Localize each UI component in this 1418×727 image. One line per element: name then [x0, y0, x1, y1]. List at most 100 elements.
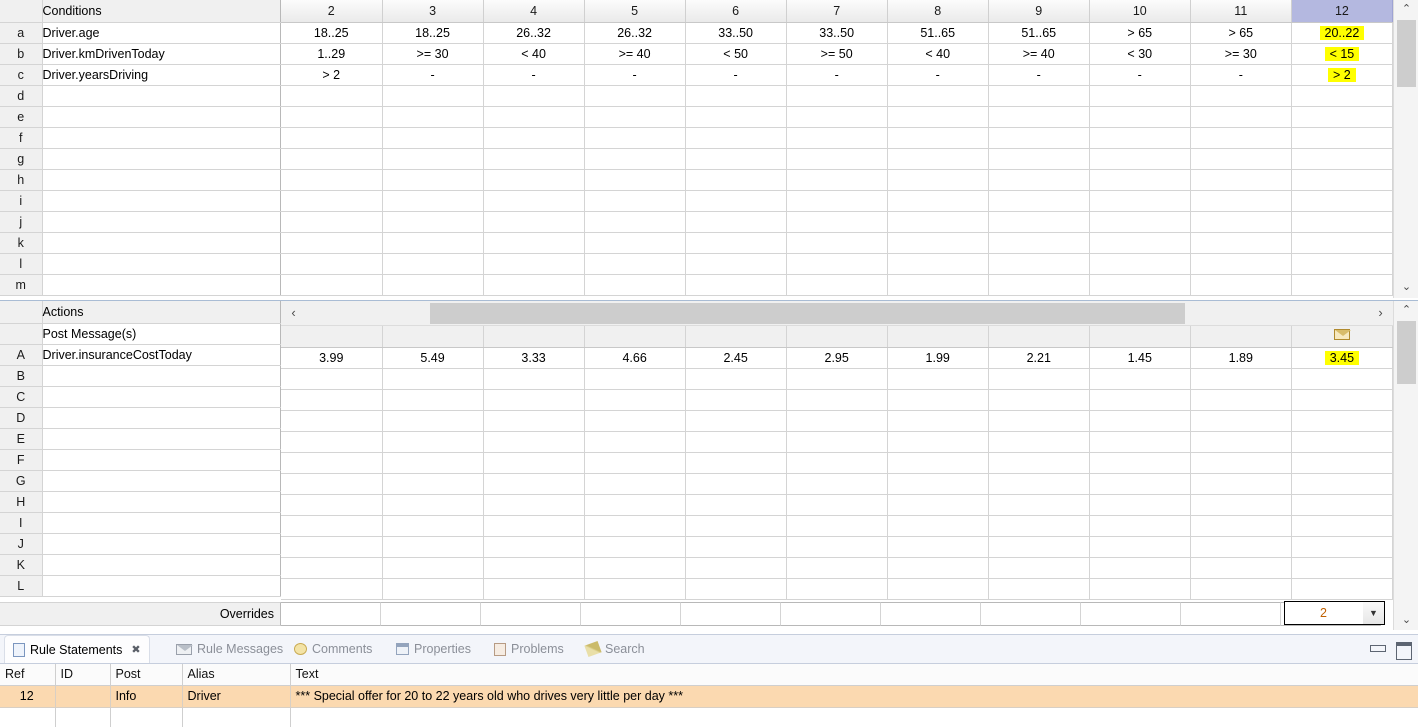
action-cell-K-2[interactable] — [281, 557, 383, 579]
chevron-down-icon[interactable]: ▼ — [1363, 602, 1384, 624]
condition-cell-d-12[interactable] — [1291, 85, 1393, 107]
action-cell-I-6[interactable] — [685, 515, 787, 537]
condition-cell-g-8[interactable] — [887, 148, 989, 170]
condition-cell-l-7[interactable] — [786, 253, 888, 275]
overrides-cell-9[interactable] — [981, 602, 1081, 626]
action-name-D[interactable] — [42, 407, 281, 429]
condition-cell-h-12[interactable] — [1291, 169, 1393, 191]
action-cell-G-10[interactable] — [1089, 473, 1191, 495]
condition-cell-c-12[interactable]: > 2 — [1291, 64, 1393, 86]
action-cell-K-12[interactable] — [1291, 557, 1393, 579]
condition-cell-j-6[interactable] — [685, 211, 787, 233]
post-message-cell-5[interactable] — [584, 326, 686, 348]
action-cell-H-5[interactable] — [584, 494, 686, 516]
condition-cell-f-7[interactable] — [786, 127, 888, 149]
condition-cell-e-12[interactable] — [1291, 106, 1393, 128]
column-header-11[interactable]: 11 — [1190, 0, 1292, 23]
action-cell-K-4[interactable] — [483, 557, 585, 579]
action-cell-B-7[interactable] — [786, 368, 888, 390]
action-cell-G-3[interactable] — [382, 473, 484, 495]
condition-cell-m-6[interactable] — [685, 274, 787, 296]
action-cell-G-5[interactable] — [584, 473, 686, 495]
condition-cell-m-8[interactable] — [887, 274, 989, 296]
condition-cell-c-7[interactable]: - — [786, 64, 888, 86]
table-row[interactable]: k — [0, 232, 281, 254]
condition-cell-g-3[interactable] — [382, 148, 484, 170]
table-row[interactable]: G — [0, 470, 281, 492]
condition-cell-g-11[interactable] — [1190, 148, 1292, 170]
scroll-up-arrow-actions[interactable]: ⌃ — [1394, 301, 1418, 319]
column-header-id[interactable]: ID — [55, 664, 111, 686]
maximize-view-button[interactable] — [1396, 642, 1412, 660]
row-ref-K[interactable]: K — [0, 554, 43, 576]
condition-cell-h-11[interactable] — [1190, 169, 1292, 191]
conditions-vertical-scrollbar[interactable]: ⌃ ⌄ — [1393, 0, 1418, 298]
overrides-cell-11[interactable] — [1181, 602, 1281, 626]
row-ref-b[interactable]: b — [0, 43, 43, 65]
table-row[interactable]: g — [0, 148, 281, 170]
action-cell-H-3[interactable] — [382, 494, 484, 516]
action-cell-J-3[interactable] — [382, 536, 484, 558]
condition-cell-i-12[interactable] — [1291, 190, 1393, 212]
action-cell-F-9[interactable] — [988, 452, 1090, 474]
action-cell-H-8[interactable] — [887, 494, 989, 516]
action-cell-C-4[interactable] — [483, 389, 585, 411]
row-ref-B[interactable]: B — [0, 365, 43, 387]
condition-cell-m-7[interactable] — [786, 274, 888, 296]
condition-cell-b-8[interactable]: < 40 — [887, 43, 989, 65]
column-header-2[interactable]: 2 — [281, 0, 383, 23]
condition-cell-f-12[interactable] — [1291, 127, 1393, 149]
condition-cell-j-12[interactable] — [1291, 211, 1393, 233]
column-header-12[interactable]: 12 — [1291, 0, 1393, 23]
action-cell-L-10[interactable] — [1089, 578, 1191, 600]
column-header-alias[interactable]: Alias — [182, 664, 291, 686]
condition-cell-l-11[interactable] — [1190, 253, 1292, 275]
tab-rule-statements[interactable]: Rule Statements ✖ — [4, 635, 150, 663]
condition-cell-f-10[interactable] — [1089, 127, 1191, 149]
condition-cell-a-12[interactable]: 20..22 — [1291, 22, 1393, 44]
condition-cell-l-10[interactable] — [1089, 253, 1191, 275]
action-cell-D-5[interactable] — [584, 410, 686, 432]
condition-cell-k-4[interactable] — [483, 232, 585, 254]
condition-cell-c-10[interactable]: - — [1089, 64, 1191, 86]
action-cell-K-7[interactable] — [786, 557, 888, 579]
actions-vertical-scrollbar[interactable]: ⌃ ⌄ — [1393, 301, 1418, 630]
condition-cell-i-5[interactable] — [584, 190, 686, 212]
condition-cell-g-6[interactable] — [685, 148, 787, 170]
action-cell-F-6[interactable] — [685, 452, 787, 474]
condition-name-m[interactable] — [42, 274, 281, 296]
action-cell-H-10[interactable] — [1089, 494, 1191, 516]
condition-name-l[interactable] — [42, 253, 281, 275]
action-cell-G-12[interactable] — [1291, 473, 1393, 495]
action-name-C[interactable] — [42, 386, 281, 408]
action-cell-D-9[interactable] — [988, 410, 1090, 432]
condition-cell-l-12[interactable] — [1291, 253, 1393, 275]
condition-cell-e-4[interactable] — [483, 106, 585, 128]
action-cell-J-2[interactable] — [281, 536, 383, 558]
action-cell-D-3[interactable] — [382, 410, 484, 432]
table-row[interactable]: h — [0, 169, 281, 191]
envelope-icon[interactable] — [1333, 329, 1351, 341]
condition-cell-k-2[interactable] — [281, 232, 383, 254]
action-cell-K-3[interactable] — [382, 557, 484, 579]
action-cell-K-11[interactable] — [1190, 557, 1292, 579]
condition-cell-m-4[interactable] — [483, 274, 585, 296]
row-ref-e[interactable]: e — [0, 106, 43, 128]
condition-cell-d-7[interactable] — [786, 85, 888, 107]
condition-cell-m-9[interactable] — [988, 274, 1090, 296]
condition-cell-l-2[interactable] — [281, 253, 383, 275]
post-message-cell-4[interactable] — [483, 326, 585, 348]
action-cell-A-10[interactable]: 1.45 — [1089, 347, 1191, 369]
condition-cell-i-4[interactable] — [483, 190, 585, 212]
condition-name-j[interactable] — [42, 211, 281, 233]
row-ref-L[interactable]: L — [0, 575, 43, 597]
condition-cell-c-3[interactable]: - — [382, 64, 484, 86]
scroll-down-arrow[interactable]: ⌄ — [1394, 278, 1418, 296]
condition-cell-b-6[interactable]: < 50 — [685, 43, 787, 65]
action-cell-B-11[interactable] — [1190, 368, 1292, 390]
condition-cell-b-9[interactable]: >= 40 — [988, 43, 1090, 65]
condition-name-b[interactable]: Driver.kmDrivenToday — [42, 43, 281, 65]
scroll-down-arrow-actions[interactable]: ⌄ — [1394, 611, 1418, 629]
action-cell-C-5[interactable] — [584, 389, 686, 411]
condition-name-k[interactable] — [42, 232, 281, 254]
